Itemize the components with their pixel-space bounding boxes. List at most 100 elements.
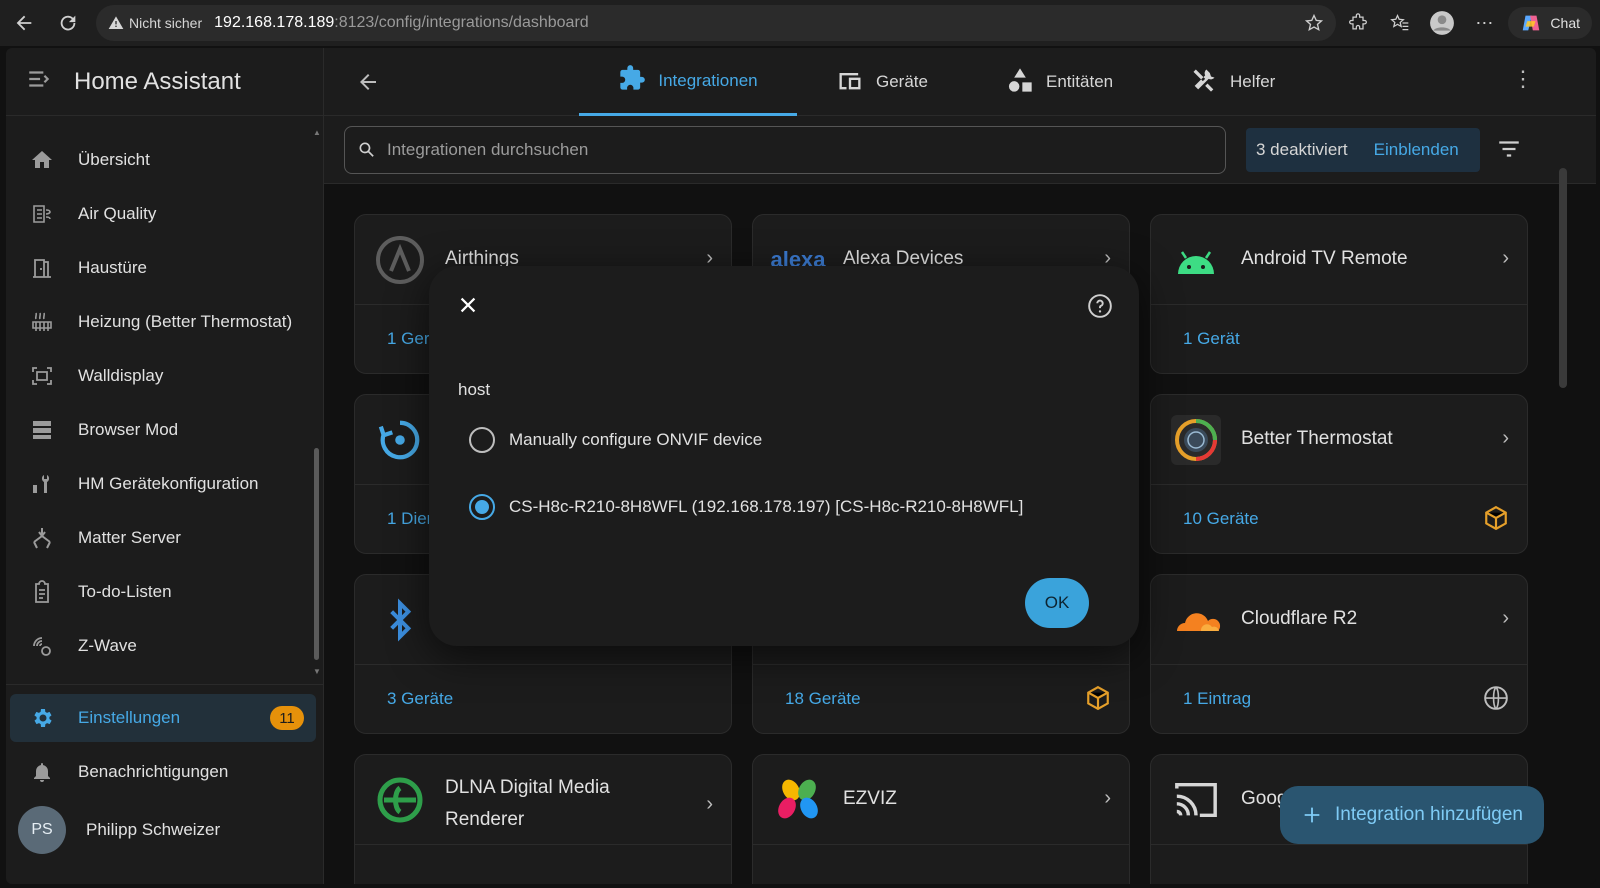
radiator-icon: [28, 308, 56, 336]
plus-icon: [1304, 807, 1320, 823]
more-options-icon[interactable]: ⋯: [1466, 13, 1502, 34]
chat-label: Chat: [1550, 15, 1580, 31]
bell-icon: [28, 758, 56, 786]
favorites-icon[interactable]: [1382, 13, 1418, 33]
sidebar-item-label: Matter Server: [78, 528, 181, 547]
integration-card-dlna[interactable]: DLNA Digital Media Renderer ›: [354, 754, 732, 884]
search-input[interactable]: Integrationen durchsuchen: [344, 126, 1226, 174]
tools-icon: [28, 470, 56, 498]
back-arrow-icon[interactable]: [356, 70, 380, 99]
sidebar-item-matter-server[interactable]: Matter Server: [10, 514, 316, 562]
profile-avatar-icon[interactable]: [1424, 10, 1460, 36]
tab-label: Integrationen: [658, 70, 758, 90]
main-scrollbar[interactable]: [1559, 168, 1567, 388]
integration-card-ezviz[interactable]: EZVIZ ›: [752, 754, 1130, 884]
menu-toggle-icon[interactable]: [26, 66, 52, 97]
sidebar-item-label: Heizung (Better Thermostat): [78, 312, 293, 331]
sidebar-item-hm-geraetekonfiguration[interactable]: HM Gerätekonfiguration: [10, 460, 316, 508]
puzzle-icon: [618, 64, 646, 97]
tab-label: Entitäten: [1046, 72, 1114, 91]
radio-button-selected[interactable]: [469, 494, 495, 520]
card-header: Better Thermostat ›: [1151, 395, 1527, 485]
sidebar-item-einstellungen[interactable]: Einstellungen 11: [10, 694, 316, 742]
url-host: 192.168.178.189: [214, 14, 335, 31]
sidebar-item-benachrichtigungen[interactable]: Benachrichtigungen: [10, 748, 316, 796]
card-footer-link[interactable]: 10 Geräte: [1183, 509, 1259, 529]
show-disabled-button[interactable]: Einblenden: [1374, 140, 1459, 160]
matter-icon: [28, 524, 56, 552]
tab-label: Geräte: [876, 72, 928, 91]
copilot-chat-button[interactable]: Chat: [1508, 7, 1592, 39]
sidebar-item-air-quality[interactable]: Air Quality: [10, 190, 316, 238]
chevron-right-icon: ›: [1502, 247, 1509, 269]
card-title: EZVIZ: [843, 788, 897, 809]
custom-integration-icon: [1483, 505, 1509, 536]
tab-entitaeten[interactable]: Entitäten: [1006, 48, 1113, 116]
add-integration-label: Integration hinzufügen: [1334, 804, 1524, 825]
not-secure-label: Nicht sicher: [129, 15, 203, 31]
card-footer-link[interactable]: 1 Gerät: [1183, 329, 1240, 349]
sidebar-item-user[interactable]: PS Philipp Schweizer: [10, 802, 316, 858]
card-title-line2: Renderer: [445, 809, 525, 830]
back-icon[interactable]: [4, 3, 44, 43]
radio-option-label: Manually configure ONVIF device: [509, 430, 763, 449]
card-footer-link[interactable]: 1 Eintrag: [1183, 689, 1251, 709]
sidebar-item-label: Benachrichtigungen: [78, 762, 229, 781]
favorite-star-icon[interactable]: [1304, 13, 1324, 38]
tab-geraete[interactable]: Geräte: [836, 48, 928, 116]
disabled-count: 3 deaktiviert: [1256, 140, 1348, 159]
sidebar-item-todo[interactable]: To-do-Listen: [10, 568, 316, 616]
sidebar-item-label: To-do-Listen: [78, 582, 172, 601]
sidebar-item-haustuere[interactable]: Haustüre: [10, 244, 316, 292]
address-bar[interactable]: Nicht sicher 192.168.178.189:8123/config…: [96, 5, 1336, 41]
sidebar-item-label: Übersicht: [78, 150, 150, 169]
card-footer-link[interactable]: 18 Geräte: [785, 689, 861, 709]
reload-icon[interactable]: [48, 3, 88, 43]
radio-option-camera[interactable]: CS-H8c-R210-8H8WFL (192.168.178.197) [CS…: [469, 487, 1023, 527]
sidebar-item-z-wave[interactable]: Z-Wave: [10, 622, 316, 670]
radio-option-manual[interactable]: Manually configure ONVIF device: [469, 420, 762, 460]
help-icon[interactable]: [1087, 293, 1113, 319]
tab-label: Helfer: [1230, 72, 1276, 91]
app-title: Home Assistant: [74, 67, 241, 95]
chevron-right-icon: ›: [1502, 607, 1509, 629]
sidebar-item-browser-mod[interactable]: Browser Mod: [10, 406, 316, 454]
search-placeholder: Integrationen durchsuchen: [387, 140, 589, 159]
sidebar-item-label: Browser Mod: [78, 420, 179, 439]
tab-integrationen[interactable]: Integrationen: [579, 48, 797, 116]
copilot-icon: [1523, 15, 1540, 31]
sidebar-header: Home Assistant: [6, 48, 323, 116]
filter-icon[interactable]: [1496, 136, 1522, 167]
custom-integration-icon: [1085, 685, 1111, 716]
url-path: :8123/config/integrations/dashboard: [334, 14, 589, 31]
door-icon: [28, 254, 56, 282]
ok-button[interactable]: OK: [1025, 578, 1089, 628]
avatar: PS: [18, 806, 66, 854]
settings-badge: 11: [270, 706, 304, 730]
cloud-service-globe-icon: [1483, 685, 1509, 716]
sidebar-scrollbar[interactable]: ▲ ▼: [313, 128, 321, 676]
browser-toolbar: Nicht sicher 192.168.178.189:8123/config…: [0, 0, 1600, 46]
close-icon[interactable]: [453, 290, 483, 320]
tab-helfer[interactable]: Helfer: [1190, 48, 1275, 116]
card-footer-link[interactable]: 3 Geräte: [387, 689, 453, 709]
ezviz-logo: [773, 775, 823, 825]
add-integration-button[interactable]: Integration hinzufügen: [1280, 786, 1544, 844]
radio-option-label: CS-H8c-R210-8H8WFL (192.168.178.197) [CS…: [509, 497, 1024, 516]
integration-card-android-tv[interactable]: Android TV Remote › 1 Gerät: [1150, 214, 1528, 374]
sidebar-item-walldisplay[interactable]: Walldisplay: [10, 352, 316, 400]
bluetooth-icon: [375, 595, 425, 645]
sidebar-item-uebersicht[interactable]: Übersicht: [10, 136, 316, 184]
card-title: Better Thermostat: [1241, 428, 1393, 449]
extensions-icon[interactable]: [1340, 13, 1376, 33]
sidebar-item-heizung[interactable]: Heizung (Better Thermostat): [10, 298, 316, 346]
integration-card-cloudflare[interactable]: Cloudflare R2 › 1 Eintrag: [1150, 574, 1528, 734]
chevron-right-icon: ›: [706, 793, 713, 815]
chevron-right-icon: ›: [1104, 787, 1111, 809]
overflow-menu-icon[interactable]: ⋮: [1512, 68, 1534, 90]
radio-button[interactable]: [469, 427, 495, 453]
tools-icon: [1190, 66, 1218, 99]
not-secure-indicator[interactable]: Nicht sicher: [108, 15, 202, 31]
user-name: Philipp Schweizer: [86, 820, 221, 839]
integration-card-better-thermostat[interactable]: Better Thermostat › 10 Geräte: [1150, 394, 1528, 554]
